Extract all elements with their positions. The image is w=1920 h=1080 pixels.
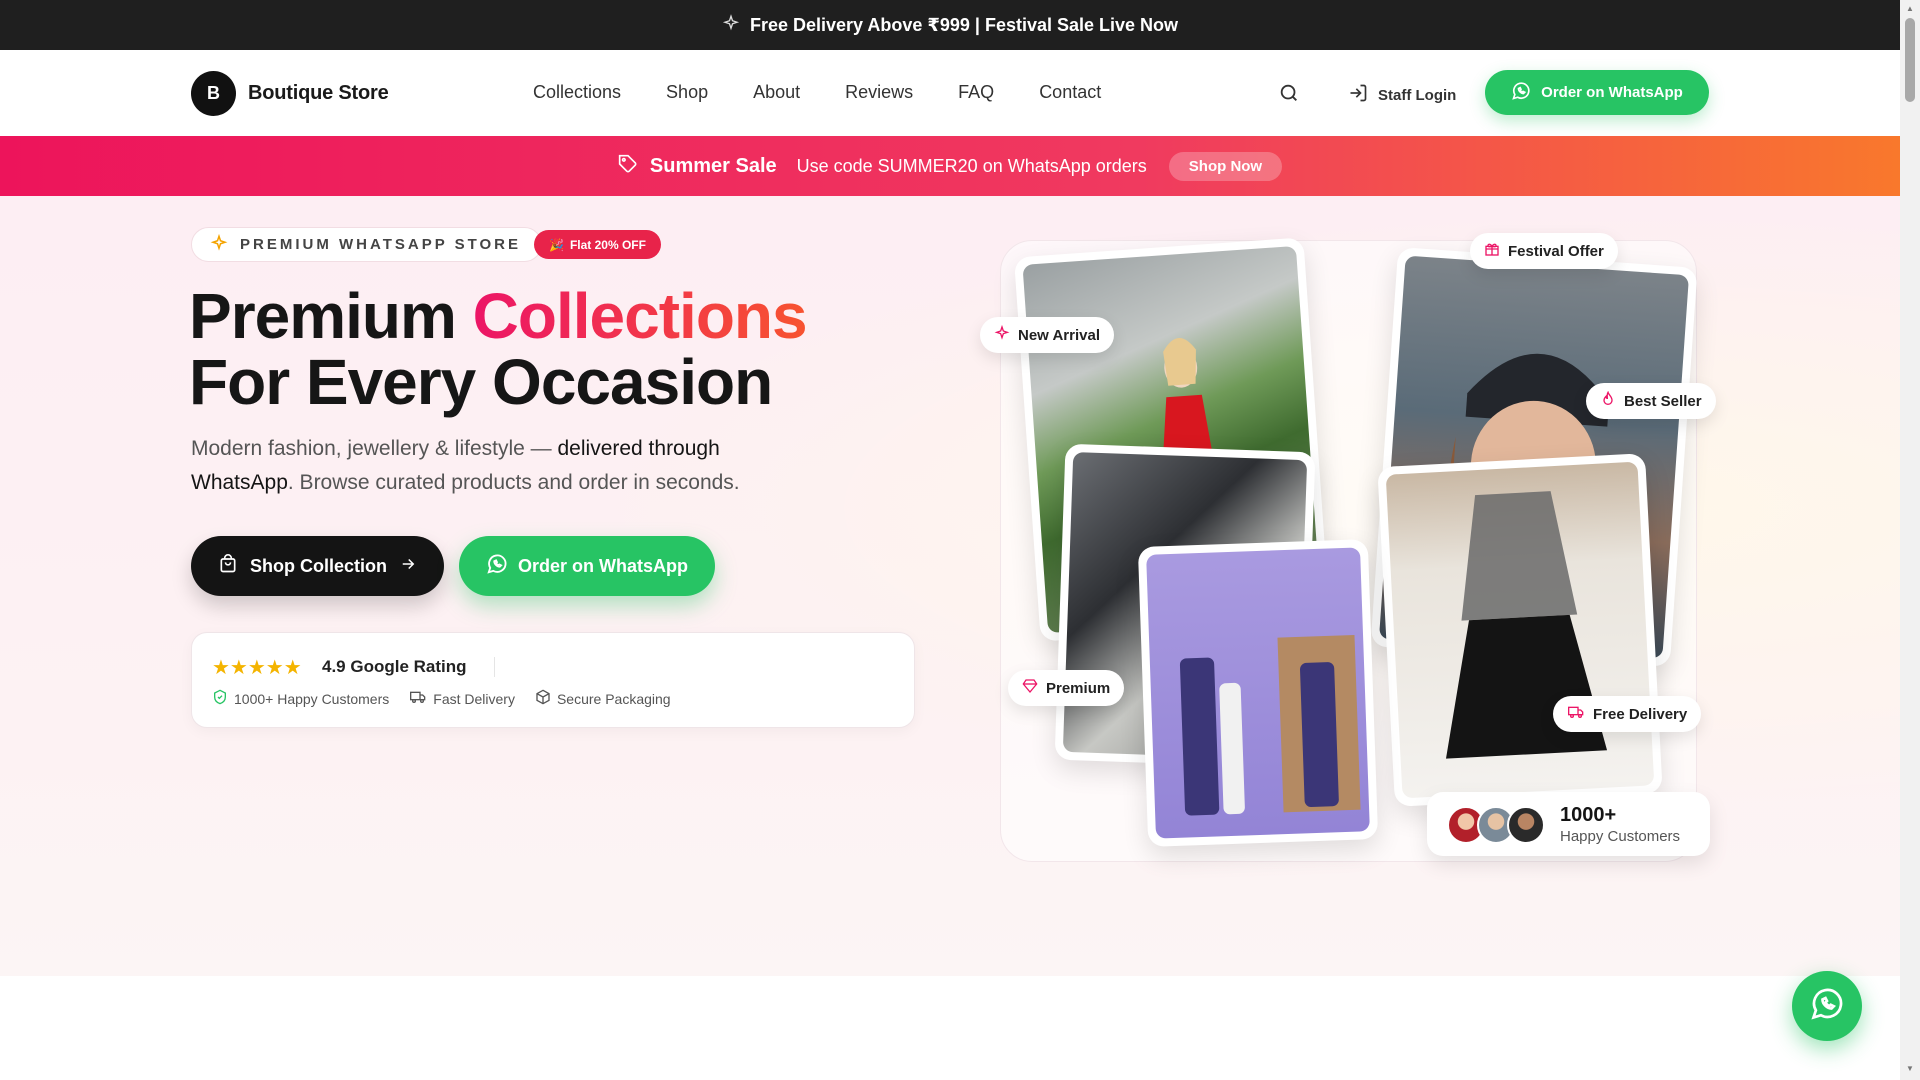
customers-label: Happy Customers: [1560, 828, 1681, 845]
login-icon: [1348, 83, 1368, 107]
chip-label: Premium: [1046, 679, 1111, 697]
hero-subtitle: Modern fashion, jewellery & lifestyle — …: [191, 432, 811, 500]
announcement-bar: Free Delivery Above ₹999 | Festival Sale…: [0, 0, 1900, 50]
logo-mark: B: [191, 71, 236, 116]
whatsapp-icon: [486, 553, 508, 580]
order-whatsapp-nav-button[interactable]: Order on WhatsApp: [1485, 70, 1709, 115]
badge-new-arrival: New Arrival: [980, 317, 1114, 353]
brand-logo[interactable]: B Boutique Store: [191, 71, 389, 116]
tag-icon: [618, 154, 638, 179]
customers-count: 1000+: [1560, 804, 1617, 826]
scroll-thumb[interactable]: [1905, 18, 1915, 102]
chip-label: Best Seller: [1624, 392, 1702, 410]
shield-check-icon: [212, 689, 228, 708]
divider: [494, 657, 495, 677]
badge-free-delivery: Free Delivery: [1553, 696, 1702, 732]
store-badge-label: PREMIUM WHATSAPP STORE: [240, 236, 522, 253]
sparkle-icon: [722, 13, 740, 37]
nav-item-about[interactable]: About: [753, 82, 800, 103]
order-whatsapp-hero-button[interactable]: Order on WhatsApp: [459, 536, 715, 596]
headline-part1: Premium: [189, 280, 473, 352]
perk-secure-packaging: Secure Packaging: [535, 689, 671, 708]
discount-badge: 🎉 Flat 20% OFF: [534, 230, 661, 259]
perk-label: Fast Delivery: [433, 690, 515, 707]
chip-label: Free Delivery: [1593, 705, 1688, 723]
badge-festival-offer: Festival Offer: [1470, 233, 1618, 269]
nav-item-faq[interactable]: FAQ: [958, 82, 994, 103]
happy-customers-card: 1000+ Happy Customers: [1427, 792, 1710, 856]
truck-icon: [409, 689, 427, 708]
staff-login-link[interactable]: Staff Login: [1348, 83, 1456, 107]
shop-collection-label: Shop Collection: [250, 555, 387, 576]
order-whatsapp-nav-label: Order on WhatsApp: [1541, 84, 1683, 101]
whatsapp-floating-button[interactable]: [1792, 971, 1862, 1041]
scroll-up-arrow[interactable]: ▲: [1905, 4, 1915, 14]
main-navbar: B Boutique Store Collections Shop About …: [0, 50, 1900, 136]
discount-badge-label: Flat 20% OFF: [569, 237, 646, 252]
promo-shop-now-button[interactable]: Shop Now: [1168, 151, 1283, 181]
whatsapp-icon: [1809, 986, 1845, 1027]
hero-headline: Premium Collections For Every Occasion: [189, 280, 808, 418]
promo-message: Use code SUMMER20 on WhatsApp orders: [796, 155, 1147, 176]
scroll-down-arrow[interactable]: ▼: [1905, 1064, 1915, 1074]
package-icon: [535, 689, 551, 708]
announcement-text: Free Delivery Above ₹999 | Festival Sale…: [749, 14, 1179, 35]
chip-label: Festival Offer: [1508, 242, 1604, 260]
gift-icon: [1484, 241, 1500, 261]
promo-banner: Summer Sale Use code SUMMER20 on WhatsAp…: [0, 136, 1900, 196]
search-icon[interactable]: [1278, 82, 1300, 104]
customer-avatars: [1447, 806, 1545, 844]
staff-login-label: Staff Login: [1378, 86, 1457, 104]
headline-part2: For Every Occasion: [189, 346, 773, 418]
party-icon: 🎉: [549, 237, 564, 252]
nav-item-reviews[interactable]: Reviews: [845, 82, 913, 103]
avatar: [1507, 806, 1545, 844]
product-image-skincare[interactable]: [1137, 539, 1379, 847]
arrow-right-icon: [399, 555, 417, 578]
nav-item-contact[interactable]: Contact: [1039, 82, 1101, 103]
rating-card: ★★★★★ 4.9 Google Rating 1000+ Happy Cust…: [191, 632, 915, 728]
sparkle-icon: [994, 324, 1010, 345]
sparkle-icon: [210, 233, 228, 256]
chip-label: New Arrival: [1018, 326, 1100, 344]
perk-fast-delivery: Fast Delivery: [409, 689, 515, 708]
promo-title: Summer Sale: [649, 154, 777, 177]
whatsapp-icon: [1511, 81, 1531, 105]
nav-menu: Collections Shop About Reviews FAQ Conta…: [533, 82, 1101, 103]
product-image-fashion-outfit[interactable]: [1377, 453, 1663, 807]
nav-item-shop[interactable]: Shop: [666, 82, 708, 103]
diamond-icon: [1022, 678, 1038, 698]
brand-name: Boutique Store: [248, 82, 389, 104]
badge-premium: Premium: [1008, 670, 1125, 706]
store-badge: PREMIUM WHATSAPP STORE: [191, 227, 543, 262]
shop-collection-button[interactable]: Shop Collection: [191, 536, 444, 596]
page-scrollbar[interactable]: ▲ ▼: [1900, 0, 1920, 1080]
order-whatsapp-hero-label: Order on WhatsApp: [518, 555, 688, 576]
badge-best-seller: Best Seller: [1586, 383, 1716, 419]
rating-text: 4.9 Google Rating: [322, 657, 467, 676]
star-rating-icon: ★★★★★: [212, 657, 302, 679]
perk-happy-customers: 1000+ Happy Customers: [212, 689, 389, 708]
nav-item-collections[interactable]: Collections: [533, 82, 621, 103]
perk-label: 1000+ Happy Customers: [234, 690, 390, 707]
perk-label: Secure Packaging: [556, 690, 671, 707]
headline-accent: Collections: [472, 280, 808, 352]
subtitle-part2: . Browse curated products and order in s…: [287, 471, 740, 494]
subtitle-part1: Modern fashion, jewellery & lifestyle —: [191, 437, 558, 460]
shopping-bag-icon: [218, 553, 238, 579]
truck-icon: [1567, 704, 1585, 724]
perks-list: 1000+ Happy Customers Fast Delivery Secu…: [212, 689, 671, 708]
flame-icon: [1600, 390, 1616, 411]
